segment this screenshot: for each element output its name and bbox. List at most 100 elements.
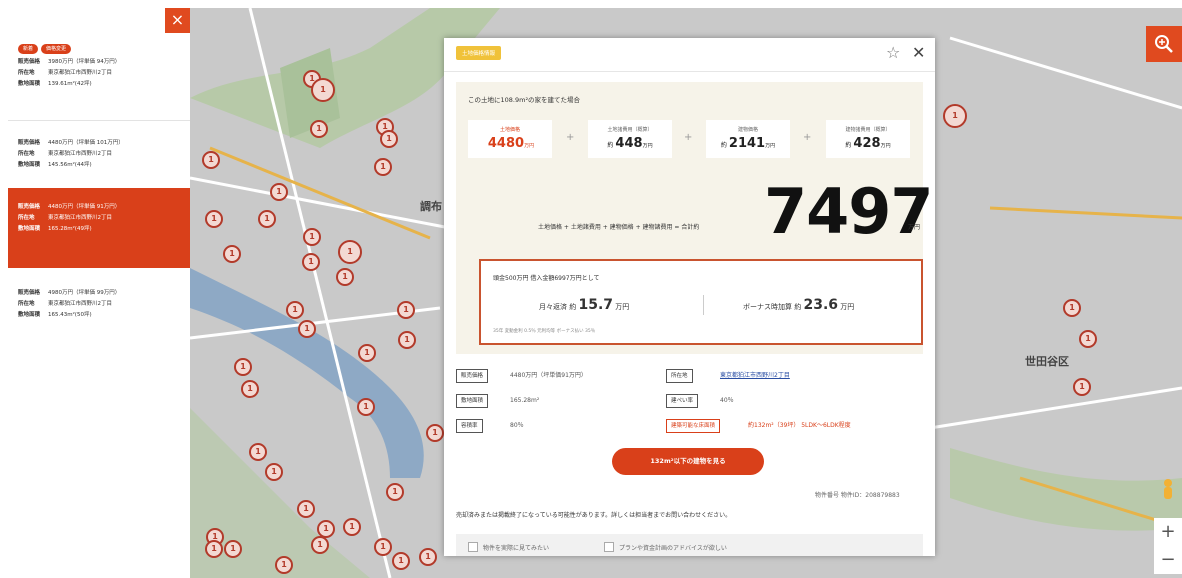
bonus-unit: 万円 <box>840 303 855 311</box>
attr-value-far: 80％ <box>510 422 524 429</box>
map-pin[interactable]: 1 <box>336 268 354 286</box>
box-unit: 万円 <box>642 143 653 149</box>
listing-item[interactable]: 新着 価格変更 販売価格 3980万円（坪単価 94万円） 所在地 東京都狛江市西野… <box>8 36 190 98</box>
zoom-search-icon <box>1155 35 1173 53</box>
map-pin[interactable]: 1 <box>1063 299 1081 317</box>
listing-key: 所在地 <box>18 301 35 307</box>
map-pin[interactable]: 1 <box>302 253 320 271</box>
map-search-button[interactable] <box>1146 26 1182 62</box>
monthly-unit: 万円 <box>615 303 630 311</box>
box-land-price: 土地価格 4480万円 <box>468 120 552 158</box>
map-pin[interactable]: 1 <box>397 301 415 319</box>
map-pin[interactable]: 1 <box>380 130 398 148</box>
map-pin[interactable]: 1 <box>392 552 410 570</box>
close-panel-button[interactable]: × <box>165 8 190 33</box>
street-view-pegman-icon[interactable] <box>1161 478 1175 504</box>
map-pin[interactable]: 1 <box>270 183 288 201</box>
map-pin[interactable]: 1 <box>358 344 376 362</box>
listing-key: 敷地面積 <box>18 226 41 232</box>
listing-panel: 新着 価格変更 販売価格 3980万円（坪単価 94万円） 所在地 東京都狛江市西野… <box>8 8 190 340</box>
listing-value: 4980万円（坪単価 99万円） <box>48 290 121 296</box>
listing-item-selected[interactable]: 販売価格 4480万円（坪単価 91万円） 所在地 東京都狛江市西野川2丁目 敷地面… <box>8 188 190 268</box>
listing-item[interactable]: 販売価格 4980万円（坪単価 99万円） 所在地 東京都狛江市西野川2丁目 敷地面… <box>8 280 190 329</box>
listing-item[interactable]: 販売価格 4480万円（坪単価 101万円） 所在地 東京都狛江市西野川2丁目 敷地… <box>8 130 190 179</box>
map-pin[interactable]: 1 <box>311 78 335 102</box>
map-pin[interactable]: 1 <box>286 301 304 319</box>
box-building-price: 建物価格 約 2141万円 <box>706 120 790 158</box>
map-pin[interactable]: 1 <box>311 536 329 554</box>
attr-label-far: 容積率 <box>456 419 483 433</box>
map-pin[interactable]: 1 <box>1079 330 1097 348</box>
bonus-payment: ボーナス時加算 約 23.6 万円 <box>743 297 854 313</box>
view-buildings-button[interactable]: 132m²以下の建物を見る <box>612 448 764 475</box>
attr-value-floor-area: 約132m²（39坪） 5LDK〜6LDK程度 <box>748 422 851 429</box>
map-pin[interactable]: 1 <box>249 443 267 461</box>
monthly-payment: 月々返済 約 15.7 万円 <box>539 297 629 313</box>
plus-sign: + <box>803 132 812 143</box>
checkbox[interactable] <box>604 542 614 552</box>
attr-label-location: 所在地 <box>666 369 693 383</box>
map-pin[interactable]: 1 <box>205 210 223 228</box>
map-pin[interactable]: 1 <box>943 104 967 128</box>
box-value: 448 <box>615 136 643 151</box>
close-modal-button[interactable]: ✕ <box>912 43 925 62</box>
map-pin[interactable]: 1 <box>258 210 276 228</box>
monthly-value: 15.7 <box>578 297 614 313</box>
favorite-star-icon[interactable]: ☆ <box>886 43 900 62</box>
map-pin[interactable]: 1 <box>234 358 252 376</box>
map-pin[interactable]: 1 <box>343 518 361 536</box>
listing-key: 敷地面積 <box>18 81 41 87</box>
listing-value: 4480万円（坪単価 101万円） <box>48 140 124 146</box>
modal-tag: 土地価格情報 <box>456 46 502 60</box>
checkbox[interactable] <box>468 542 478 552</box>
bonus-value: 23.6 <box>803 297 839 313</box>
attr-value-land-area: 165.28m² <box>510 397 540 404</box>
divider <box>703 295 704 315</box>
listing-value: 165.28m²(49坪) <box>48 226 92 232</box>
map-pin[interactable]: 1 <box>374 538 392 556</box>
box-unit: 万円 <box>880 143 891 149</box>
map-pin[interactable]: 1 <box>426 424 444 442</box>
map-pin[interactable]: 1 <box>205 540 223 558</box>
map-pin[interactable]: 1 <box>303 228 321 246</box>
attr-value-location-link[interactable]: 東京都狛江市西野川2丁目 <box>720 369 790 383</box>
listing-key: 所在地 <box>18 215 35 221</box>
box-prefix: 約 <box>720 142 727 149</box>
map-pin[interactable]: 1 <box>224 540 242 558</box>
map-pin[interactable]: 1 <box>419 548 437 566</box>
map-pin[interactable]: 1 <box>386 483 404 501</box>
map-pin[interactable]: 1 <box>310 120 328 138</box>
property-modal: 土地価格情報 ☆ ✕ この土地に108.9m²の家を建てた場合 土地価格 448… <box>444 38 935 556</box>
map-pin[interactable]: 1 <box>357 398 375 416</box>
map-pin[interactable]: 1 <box>265 463 283 481</box>
listing-value: 139.61m²(42坪) <box>48 81 92 87</box>
listing-value: 3980万円（坪単価 94万円） <box>48 59 121 65</box>
map-pin[interactable]: 1 <box>398 331 416 349</box>
listing-badges: 新着 価格変更 <box>18 44 180 54</box>
map-pin[interactable]: 1 <box>374 158 392 176</box>
map-pin[interactable]: 1 <box>297 500 315 518</box>
map-zoom-in-button[interactable]: + <box>1154 518 1182 546</box>
map-zoom-out-button[interactable]: − <box>1154 546 1182 574</box>
map-pin[interactable]: 1 <box>275 556 293 574</box>
map-pin[interactable]: 1 <box>1073 378 1091 396</box>
map-pin[interactable]: 1 <box>202 151 220 169</box>
box-prefix: 約 <box>607 142 614 149</box>
availability-notice: 売却済みまたは掲載終了になっている可能性があります。詳しくは担当者までお問い合わ… <box>456 512 732 519</box>
map-pin[interactable]: 1 <box>223 245 241 263</box>
plus-sign: + <box>566 132 575 143</box>
check-advice[interactable]: プランや資金計画のアドバイスが欲しい <box>604 542 727 552</box>
box-unit: 万円 <box>524 143 535 149</box>
check-visit[interactable]: 物件を実際に見てみたい <box>468 542 549 552</box>
map-pin[interactable]: 1 <box>241 380 259 398</box>
total-amount: 7497 <box>764 175 934 248</box>
box-label: 建物諸費用（概算） <box>845 127 891 133</box>
attr-label-land-area: 敷地面積 <box>456 394 489 408</box>
badge-new: 新着 <box>18 44 39 54</box>
box-label: 土地価格 <box>499 127 520 133</box>
divider <box>8 120 190 121</box>
listing-value: 東京都狛江市西野川2丁目 <box>48 215 113 221</box>
listing-key: 所在地 <box>18 151 35 157</box>
map-pin[interactable]: 1 <box>338 240 362 264</box>
map-pin[interactable]: 1 <box>298 320 316 338</box>
